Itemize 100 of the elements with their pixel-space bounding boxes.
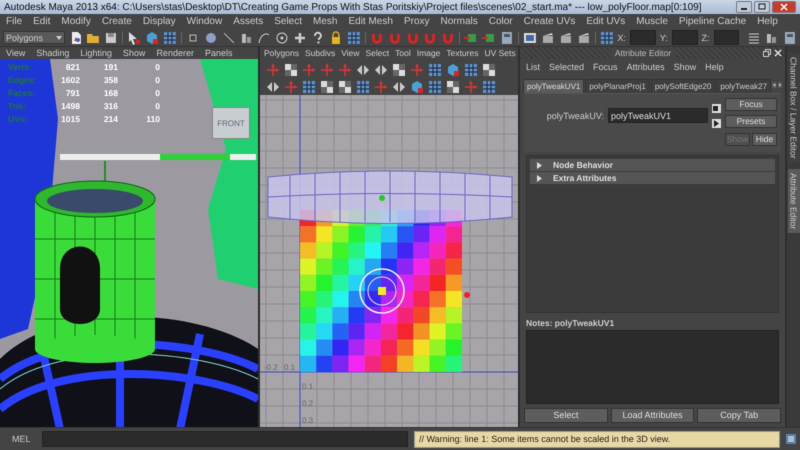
menu-item[interactable]: Panels <box>204 48 232 58</box>
scroll-right-icon[interactable] <box>778 80 782 90</box>
menu-item[interactable]: Edit <box>33 16 50 27</box>
checker-icon[interactable] <box>320 80 334 94</box>
menu-item[interactable]: Focus <box>593 62 618 72</box>
section-header[interactable]: Extra Attributes <box>530 172 775 184</box>
side-tab[interactable]: Channel Box / Layer Editor <box>788 53 800 163</box>
menu-item[interactable]: Assets <box>233 16 264 27</box>
menu-item[interactable]: Normals <box>440 16 478 27</box>
side-tab[interactable]: Attribute Editor <box>788 168 800 233</box>
minimize-icon[interactable] <box>736 1 752 13</box>
list-icon[interactable] <box>747 30 762 44</box>
coordinate-field[interactable] <box>630 30 656 45</box>
attribute-button[interactable]: Presets <box>725 115 777 128</box>
menu-item[interactable]: View <box>6 48 26 58</box>
grid-icon[interactable] <box>482 80 496 94</box>
grid-icon[interactable] <box>346 30 361 44</box>
plus-icon[interactable] <box>293 30 308 44</box>
sphere-icon[interactable] <box>204 30 218 44</box>
editor-button[interactable]: Load Attributes <box>610 408 694 423</box>
menu-item[interactable]: Color <box>488 16 513 27</box>
menu-item[interactable]: Selected <box>549 62 584 72</box>
checker-icon[interactable] <box>284 63 298 77</box>
grid-icon[interactable] <box>600 30 614 44</box>
cube-icon[interactable] <box>145 30 160 44</box>
menu-item[interactable]: Select <box>274 16 302 27</box>
clapboard-icon[interactable] <box>558 30 573 44</box>
node-tab[interactable]: polyTweakUV1 <box>523 79 584 93</box>
grid-icon[interactable] <box>428 63 442 77</box>
flip-icon[interactable] <box>356 63 370 77</box>
grid-icon[interactable] <box>356 80 370 94</box>
menu-item[interactable]: Create UVs <box>524 16 576 27</box>
checker-icon[interactable] <box>392 63 406 77</box>
menu-item[interactable]: UV Sets <box>484 48 516 58</box>
grid-icon[interactable] <box>302 80 316 94</box>
node-tab[interactable]: polySoftEdge20 <box>650 79 716 93</box>
attribute-button[interactable]: Focus <box>725 98 777 111</box>
attribute-button[interactable]: Hide <box>752 132 777 146</box>
arrow-cursor-icon[interactable] <box>127 30 142 44</box>
cube-icon[interactable] <box>410 80 424 94</box>
menu-item[interactable]: Edit Mesh <box>348 16 393 27</box>
line-icon[interactable] <box>222 30 236 44</box>
menu-item[interactable]: Display <box>142 16 176 27</box>
menu-item[interactable]: Muscle <box>636 16 668 27</box>
coordinate-field[interactable] <box>714 30 740 45</box>
close-icon[interactable] <box>772 1 796 13</box>
menu-item[interactable]: Window <box>186 16 222 27</box>
float-icon[interactable] <box>762 49 771 57</box>
script-editor-icon[interactable] <box>786 434 796 444</box>
menu-item[interactable]: Select <box>366 48 390 58</box>
menu-item[interactable]: Subdivs <box>304 48 336 58</box>
menu-item[interactable]: Polygons <box>264 48 299 58</box>
section-header[interactable]: Node Behavior <box>530 159 775 171</box>
target-icon[interactable] <box>275 30 290 44</box>
input-connection-icon[interactable] <box>712 104 721 113</box>
coordinate-field[interactable] <box>672 30 698 45</box>
menu-item[interactable]: Renderer <box>156 48 194 58</box>
command-field[interactable] <box>42 431 408 447</box>
node-tab[interactable]: polyPlanarProj1 <box>585 79 650 93</box>
maximize-icon[interactable] <box>754 1 770 13</box>
clapboard-icon[interactable] <box>576 30 590 44</box>
panel-icon[interactable] <box>500 30 514 44</box>
menu-item[interactable]: Create <box>102 16 132 27</box>
render-icon[interactable] <box>522 30 537 44</box>
grid-icon[interactable] <box>163 30 177 44</box>
view-cube[interactable]: FRONT <box>212 107 250 139</box>
menu-item[interactable]: Help <box>705 62 724 72</box>
flip-icon[interactable] <box>374 63 388 77</box>
menu-item[interactable]: Tool <box>395 48 411 58</box>
output-connection-icon[interactable] <box>712 119 721 128</box>
menu-item[interactable]: Image <box>416 48 440 58</box>
menu-item[interactable]: Mesh <box>313 16 338 27</box>
menu-item[interactable]: Proxy <box>404 16 430 27</box>
menu-item[interactable]: Shading <box>36 48 70 58</box>
menu-item[interactable]: Textures <box>446 48 478 58</box>
menu-item[interactable]: Edit UVs <box>586 16 626 27</box>
menu-item[interactable]: Show <box>122 48 146 58</box>
grid-icon[interactable] <box>464 63 478 77</box>
notes-field[interactable] <box>526 330 779 404</box>
grid-icon[interactable] <box>428 80 442 94</box>
menu-item[interactable]: Attributes <box>626 62 665 72</box>
editor-button[interactable]: Copy Tab <box>697 408 782 423</box>
node-name-field[interactable]: polyTweakUV1 <box>608 108 708 123</box>
menu-item[interactable]: Lighting <box>80 48 112 58</box>
curve-icon[interactable] <box>257 30 272 44</box>
padlock-icon[interactable] <box>329 30 343 44</box>
menu-item[interactable]: Help <box>757 16 778 27</box>
menu-item[interactable]: Pipeline Cache <box>678 16 746 27</box>
menu-item[interactable]: Show <box>674 62 696 72</box>
checker-icon[interactable] <box>482 63 496 77</box>
menu-item[interactable]: View <box>341 48 360 58</box>
mode-dropdown[interactable]: Polygons <box>3 31 65 44</box>
checker-icon[interactable] <box>446 80 460 94</box>
clapboard-icon[interactable] <box>540 30 555 44</box>
menu-item[interactable]: List <box>526 62 540 72</box>
checker-icon[interactable] <box>338 80 352 94</box>
menu-item[interactable]: Modify <box>61 16 91 27</box>
menu-item[interactable]: File <box>6 16 22 27</box>
cube-icon[interactable] <box>446 63 460 77</box>
panel-icon[interactable] <box>783 30 798 44</box>
